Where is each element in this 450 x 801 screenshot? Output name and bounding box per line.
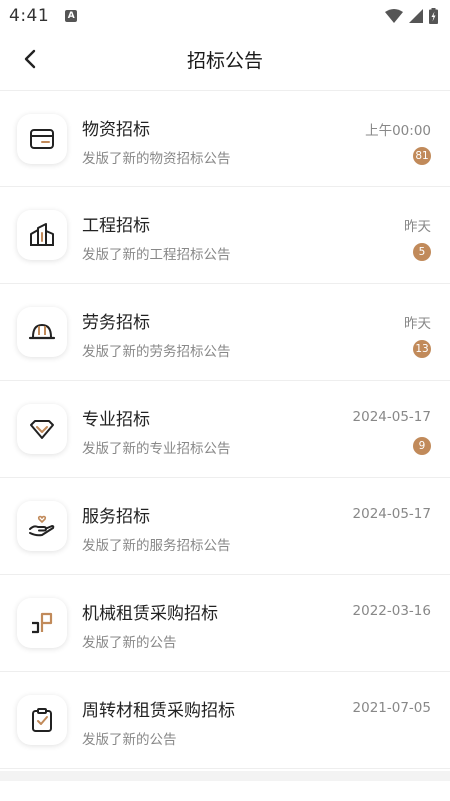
wifi-icon	[385, 9, 403, 23]
item-time: 上午00:00	[365, 123, 431, 139]
item-subtitle: 发版了新的服务招标公告	[82, 538, 231, 554]
item-subtitle: 发版了新的公告	[82, 635, 177, 651]
chevron-left-icon	[24, 49, 36, 69]
list-item-turnover-materials[interactable]: 周转材租赁采购招标 发版了新的公告 2021-07-05	[0, 672, 450, 769]
unread-badge: 9	[413, 437, 431, 455]
status-time: 4:41	[9, 6, 50, 26]
notification-icon: A	[65, 10, 78, 22]
item-subtitle: 发版了新的工程招标公告	[82, 247, 231, 263]
item-subtitle: 发版了新的专业招标公告	[82, 441, 231, 457]
status-bar: 4:41 A	[0, 0, 450, 32]
announcement-list: 物资招标 发版了新的物资招标公告 上午00:00 81 工程招标 发版了新的工程…	[0, 90, 450, 769]
item-subtitle: 发版了新的物资招标公告	[82, 151, 231, 167]
item-time: 2021-07-05	[352, 700, 431, 716]
unread-badge: 13	[413, 340, 431, 358]
unread-badge: 81	[413, 147, 431, 165]
back-button[interactable]	[10, 39, 50, 79]
machine-icon	[17, 598, 67, 648]
item-title: 物资招标	[82, 120, 150, 140]
list-item-engineering[interactable]: 工程招标 发版了新的工程招标公告 昨天 5	[0, 187, 450, 284]
section-divider	[0, 771, 450, 781]
unread-badge: 5	[413, 243, 431, 261]
app-header: 招标公告	[0, 32, 450, 86]
item-title: 工程招标	[82, 216, 150, 236]
clipboard-check-icon	[17, 695, 67, 745]
item-title: 劳务招标	[82, 313, 150, 333]
list-item-labor[interactable]: 劳务招标 发版了新的劳务招标公告 昨天 13	[0, 284, 450, 381]
list-item-service[interactable]: 服务招标 发版了新的服务招标公告 2024-05-17	[0, 478, 450, 575]
item-time: 昨天	[404, 316, 431, 332]
list-item-professional[interactable]: 专业招标 发版了新的专业招标公告 2024-05-17 9	[0, 381, 450, 478]
hardhat-icon	[17, 307, 67, 357]
item-time: 2024-05-17	[352, 506, 431, 522]
diamond-icon	[17, 404, 67, 454]
item-title: 机械租赁采购招标	[82, 604, 218, 624]
item-title: 周转材租赁采购招标	[82, 701, 235, 721]
list-item-machinery[interactable]: 机械租赁采购招标 发版了新的公告 2022-03-16	[0, 575, 450, 672]
item-time: 2024-05-17	[352, 409, 431, 425]
item-title: 专业招标	[82, 410, 150, 430]
item-subtitle: 发版了新的劳务招标公告	[82, 344, 231, 360]
battery-icon	[429, 8, 438, 24]
item-time: 2022-03-16	[352, 603, 431, 619]
page-title: 招标公告	[186, 49, 263, 72]
list-item-materials[interactable]: 物资招标 发版了新的物资招标公告 上午00:00 81	[0, 90, 450, 187]
item-subtitle: 发版了新的公告	[82, 732, 177, 748]
signal-icon	[409, 9, 423, 23]
package-icon	[17, 114, 67, 164]
buildings-icon	[17, 210, 67, 260]
hand-heart-icon	[17, 501, 67, 551]
item-title: 服务招标	[82, 507, 150, 527]
item-time: 昨天	[404, 219, 431, 235]
